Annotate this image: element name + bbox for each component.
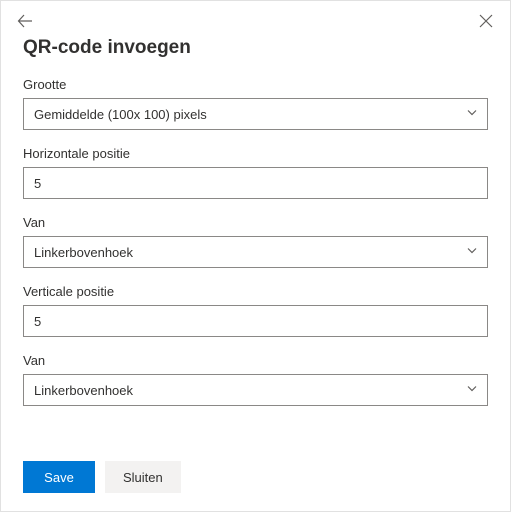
- label-size: Grootte: [23, 77, 488, 92]
- field-size: Grootte Gemiddelde (100x 100) pixels: [23, 77, 488, 130]
- select-size[interactable]: Gemiddelde (100x 100) pixels: [23, 98, 488, 130]
- dialog-title: QR-code invoegen: [23, 37, 488, 59]
- back-button[interactable]: [15, 11, 35, 31]
- close-icon: [479, 14, 493, 28]
- field-horizontal-position: Horizontale positie: [23, 146, 488, 199]
- label-horizontal-from: Van: [23, 215, 488, 230]
- select-vertical-from-wrap: Linkerbovenhoek: [23, 374, 488, 406]
- input-vertical-position[interactable]: [23, 305, 488, 337]
- field-horizontal-from: Van Linkerbovenhoek: [23, 215, 488, 268]
- arrow-left-icon: [17, 13, 33, 29]
- label-vertical-position: Verticale positie: [23, 284, 488, 299]
- close-dialog-button[interactable]: [476, 11, 496, 31]
- select-vertical-from[interactable]: Linkerbovenhoek: [23, 374, 488, 406]
- select-horizontal-from-wrap: Linkerbovenhoek: [23, 236, 488, 268]
- dialog-header: [1, 1, 510, 33]
- field-vertical-from: Van Linkerbovenhoek: [23, 353, 488, 406]
- dialog-footer: Save Sluiten: [23, 461, 181, 493]
- dialog-content: QR-code invoegen Grootte Gemiddelde (100…: [1, 33, 510, 406]
- close-button[interactable]: Sluiten: [105, 461, 181, 493]
- save-button[interactable]: Save: [23, 461, 95, 493]
- label-vertical-from: Van: [23, 353, 488, 368]
- field-vertical-position: Verticale positie: [23, 284, 488, 337]
- select-horizontal-from[interactable]: Linkerbovenhoek: [23, 236, 488, 268]
- input-horizontal-position[interactable]: [23, 167, 488, 199]
- label-horizontal-position: Horizontale positie: [23, 146, 488, 161]
- select-size-wrap: Gemiddelde (100x 100) pixels: [23, 98, 488, 130]
